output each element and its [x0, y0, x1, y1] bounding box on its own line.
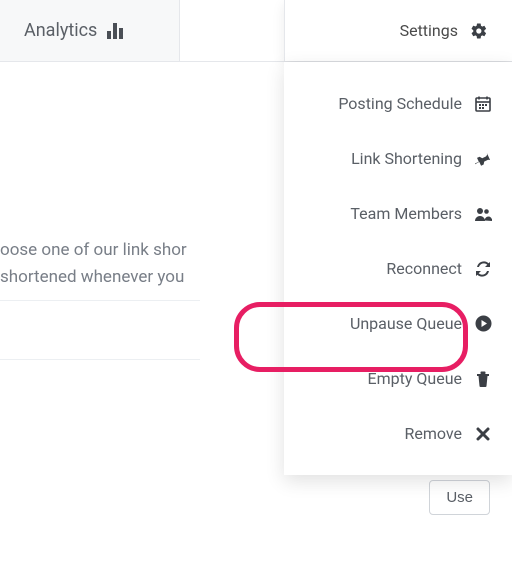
- tab-settings-label: Settings: [400, 21, 458, 40]
- menu-item-label: Empty Queue: [368, 369, 463, 388]
- bar-chart-icon: [107, 23, 125, 39]
- background-row-outline: [0, 300, 200, 360]
- refresh-icon: [474, 260, 492, 278]
- menu-item-empty-queue[interactable]: Empty Queue: [284, 351, 512, 406]
- menu-item-reconnect[interactable]: Reconnect: [284, 241, 512, 296]
- tab-settings[interactable]: Settings: [284, 0, 512, 61]
- description-text: oose one of our link shor shortened when…: [0, 237, 187, 291]
- menu-item-team-members[interactable]: Team Members: [284, 186, 512, 241]
- description-line-2: shortened whenever you: [0, 264, 187, 291]
- settings-dropdown: Posting Schedule Link Shortening Team Me…: [284, 62, 512, 475]
- users-icon: [474, 205, 492, 223]
- menu-item-unpause-queue[interactable]: Unpause Queue: [284, 296, 512, 351]
- use-button-label: Use: [446, 489, 473, 506]
- menu-item-label: Remove: [404, 424, 462, 443]
- top-tab-bar: Analytics Settings: [0, 0, 512, 62]
- menu-item-remove[interactable]: Remove: [284, 406, 512, 461]
- use-button[interactable]: Use: [429, 480, 490, 515]
- close-icon: [474, 425, 492, 443]
- pin-icon: [474, 150, 492, 168]
- gear-icon: [470, 22, 488, 40]
- menu-item-label: Link Shortening: [351, 149, 462, 168]
- tab-analytics[interactable]: Analytics: [0, 0, 180, 61]
- menu-item-label: Unpause Queue: [350, 314, 462, 333]
- play-circle-icon: [474, 315, 492, 333]
- menu-item-link-shortening[interactable]: Link Shortening: [284, 131, 512, 186]
- description-line-1: oose one of our link shor: [0, 237, 187, 264]
- tab-analytics-label: Analytics: [24, 20, 97, 41]
- trash-icon: [474, 370, 492, 388]
- menu-item-posting-schedule[interactable]: Posting Schedule: [284, 76, 512, 131]
- menu-item-label: Posting Schedule: [338, 94, 462, 113]
- menu-item-label: Reconnect: [386, 259, 462, 278]
- menu-item-label: Team Members: [350, 204, 462, 223]
- calendar-icon: [474, 95, 492, 113]
